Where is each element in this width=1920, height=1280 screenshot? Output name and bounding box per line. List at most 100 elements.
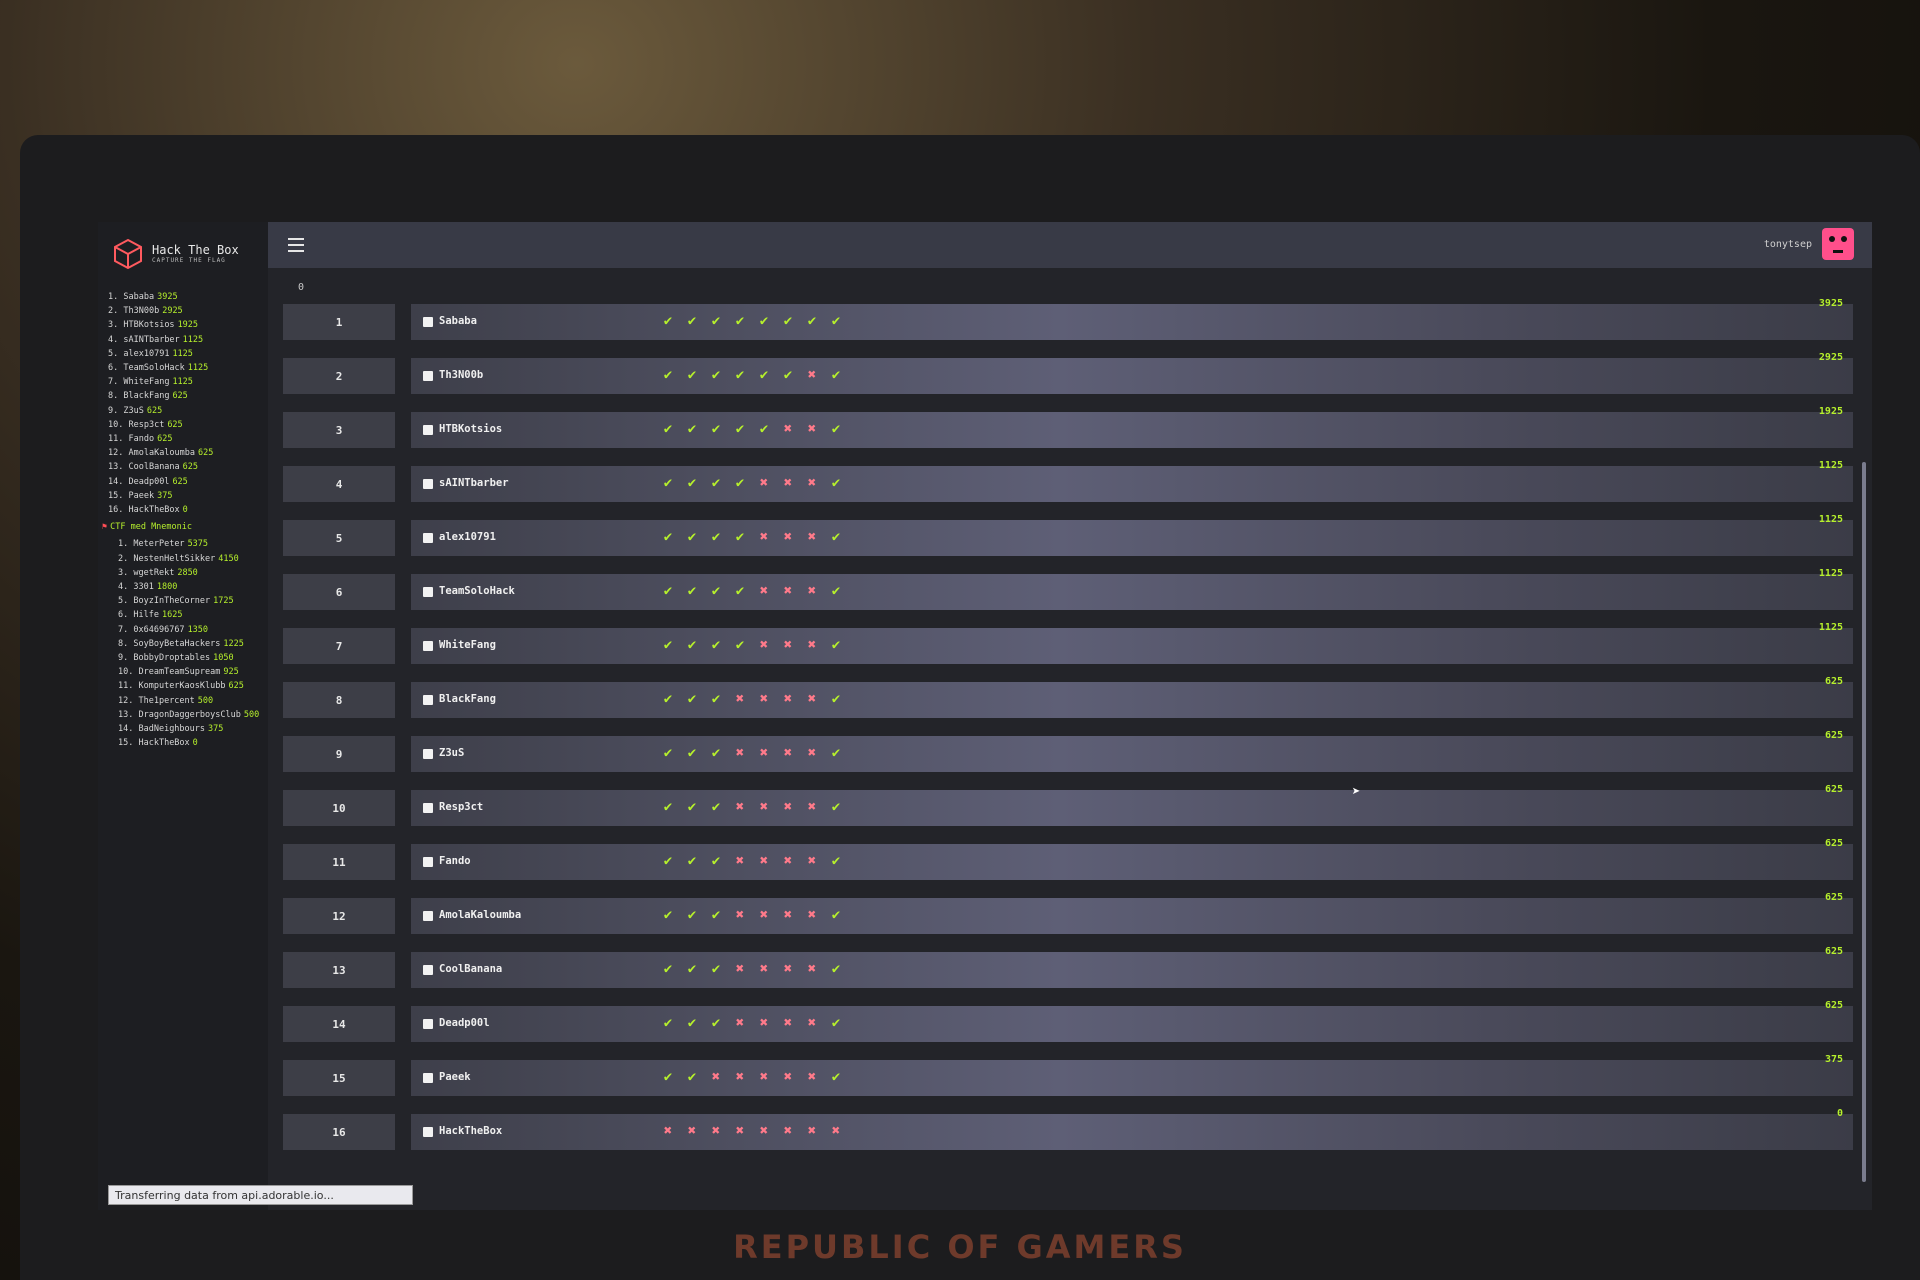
sidebar-leaderboard-item[interactable]: 8. BlackFang 625 — [108, 389, 266, 403]
team-bar[interactable]: Deadp00l ✔ ✔ ✔ ✖ ✖ ✖ ✖ ✔ 625 — [411, 1000, 1853, 1042]
rank-text: 5. — [118, 596, 129, 607]
team-name: TeamSoloHack — [439, 585, 515, 597]
team-name: DragonDaggerboysClub — [138, 709, 241, 720]
check-icon: ✔ — [663, 961, 673, 977]
checkbox[interactable] — [423, 1019, 433, 1029]
team-score: 1125 — [1818, 622, 1843, 633]
checkbox[interactable] — [423, 803, 433, 813]
ctf-leaderboard-item[interactable]: 12. The1percent 500 — [118, 694, 266, 708]
ctf-leaderboard-item[interactable]: 11. KomputerKaosKlubb 625 — [118, 679, 266, 693]
sidebar-leaderboard: 1. Sababa 3925 2. Th3N00b 2925 3. HTBKotsios… — [102, 290, 266, 751]
team-bar[interactable]: AmolaKaloumba ✔ ✔ ✔ ✖ ✖ ✖ ✖ ✔ 625 — [411, 892, 1853, 934]
ctf-leaderboard-item[interactable]: 4. 3301 1800 — [118, 580, 266, 594]
ctf-leaderboard-item[interactable]: 9. BobbyDroptables 1050 — [118, 651, 266, 665]
ctf-leaderboard-item[interactable]: 14. BadNeighbours 375 — [118, 722, 266, 736]
cross-icon: ✖ — [783, 1123, 793, 1139]
menu-icon[interactable] — [288, 238, 304, 252]
sidebar-leaderboard-item[interactable]: 7. WhiteFang 1125 — [108, 375, 266, 389]
ctf-leaderboard-item[interactable]: 2. NestenHeltSikker 4150 — [118, 552, 266, 566]
team-bar[interactable]: Z3uS ✔ ✔ ✔ ✖ ✖ ✖ ✖ ✔ 625 — [411, 730, 1853, 772]
sidebar-leaderboard-item[interactable]: 13. CoolBanana 625 — [108, 460, 266, 474]
sidebar-leaderboard-item[interactable]: 1. Sababa 3925 — [108, 290, 266, 304]
checkbox[interactable] — [423, 1127, 433, 1137]
checkbox[interactable] — [423, 371, 433, 381]
check-icon: ✔ — [687, 799, 697, 815]
checkbox[interactable] — [423, 1073, 433, 1083]
checkbox[interactable] — [423, 695, 433, 705]
ctf-leaderboard-item[interactable]: 10. DreamTeamSupream 925 — [118, 665, 266, 679]
checkbox[interactable] — [423, 911, 433, 921]
team-name: HackTheBox — [439, 1125, 503, 1137]
ctf-leaderboard-item[interactable]: 5. BoyzInTheCorner 1725 — [118, 594, 266, 608]
checkbox[interactable] — [423, 425, 433, 435]
ctf-section[interactable]: ⚑ CTF med Mnemonic — [102, 520, 266, 534]
sidebar-leaderboard-item[interactable]: 5. alex10791 1125 — [108, 347, 266, 361]
checkbox[interactable] — [423, 533, 433, 543]
sidebar-leaderboard-item[interactable]: 12. AmolaKaloumba 625 — [108, 446, 266, 460]
check-icon: ✔ — [687, 421, 697, 437]
checkbox[interactable] — [423, 749, 433, 759]
team-score: 1725 — [213, 596, 234, 607]
check-icon: ✔ — [663, 637, 673, 653]
sidebar-leaderboard-item[interactable]: 10. Resp3ct 625 — [108, 418, 266, 432]
scoreboard-row: 14 Deadp00l ✔ ✔ ✔ ✖ ✖ ✖ ✖ ✔ 625 — [283, 1000, 1853, 1042]
ctf-leaderboard-item[interactable]: 13. DragonDaggerboysClub 500 — [118, 708, 266, 722]
team-bar[interactable]: BlackFang ✔ ✔ ✔ ✖ ✖ ✖ ✖ ✔ 625 — [411, 676, 1853, 718]
team-bar[interactable]: HTBKotsios ✔ ✔ ✔ ✔ ✔ ✖ ✖ ✔ 1925 — [411, 406, 1853, 448]
team-bar[interactable]: Paeek ✔ ✔ ✖ ✖ ✖ ✖ ✖ ✔ 375 — [411, 1054, 1853, 1096]
team-score: 1800 — [156, 582, 178, 593]
team-bar[interactable]: sAINTbarber ✔ ✔ ✔ ✔ ✖ ✖ ✖ ✔ 1125 — [411, 460, 1853, 502]
sidebar-leaderboard-item[interactable]: 6. TeamSoloHack 1125 — [108, 361, 266, 375]
team-score: 1125 — [182, 334, 204, 345]
sidebar-leaderboard-item[interactable]: 4. sAINTbarber 1125 — [108, 333, 266, 347]
team-bar[interactable]: Sababa ✔ ✔ ✔ ✔ ✔ ✔ ✔ ✔ 3925 — [411, 298, 1853, 340]
team-name: Deadp00l — [439, 1017, 490, 1029]
team-name: DreamTeamSupream — [138, 667, 221, 678]
ctf-leaderboard-item[interactable]: 6. Hilfe 1625 — [118, 608, 266, 622]
challenge-marks: ✖ ✖ ✖ ✖ ✖ ✖ ✖ ✖ — [661, 1123, 843, 1139]
sidebar-leaderboard-item[interactable]: 11. Fando 625 — [108, 432, 266, 446]
rank-text: 16. — [108, 505, 124, 516]
ctf-leaderboard-item[interactable]: 3. wgetRekt 2850 — [118, 566, 266, 580]
team-name: BobbyDroptables — [133, 653, 211, 664]
rank-text: 13. — [118, 709, 134, 720]
team-name: Fando — [439, 855, 471, 867]
sidebar-leaderboard-item[interactable]: 2. Th3N00b 2925 — [108, 304, 266, 318]
checkbox[interactable] — [423, 965, 433, 975]
team-name: alex10791 — [123, 348, 170, 359]
checkbox[interactable] — [423, 479, 433, 489]
team-bar[interactable]: CoolBanana ✔ ✔ ✔ ✖ ✖ ✖ ✖ ✔ 625 — [411, 946, 1853, 988]
team-bar[interactable]: alex10791 ✔ ✔ ✔ ✔ ✖ ✖ ✖ ✔ 1125 — [411, 514, 1853, 556]
sidebar-leaderboard-item[interactable]: 3. HTBKotsios 1925 — [108, 318, 266, 332]
team-bar[interactable]: Fando ✔ ✔ ✔ ✖ ✖ ✖ ✖ ✔ 625 — [411, 838, 1853, 880]
sidebar-leaderboard-item[interactable]: 16. HackTheBox 0 — [108, 503, 266, 517]
checkbox[interactable] — [423, 587, 433, 597]
ctf-leaderboard-item[interactable]: 1. MeterPeter 5375 — [118, 537, 266, 551]
challenge-marks: ✔ ✔ ✔ ✖ ✖ ✖ ✖ ✔ — [661, 745, 843, 761]
ctf-leaderboard-item[interactable]: 15. HackTheBox 0 — [118, 736, 266, 750]
logo[interactable]: Hack The Box CAPTURE THE FLAG — [112, 238, 239, 270]
check-icon: ✔ — [759, 313, 769, 329]
sidebar-leaderboard-item[interactable]: 9. Z3uS 625 — [108, 404, 266, 418]
check-icon: ✔ — [687, 367, 697, 383]
team-bar[interactable]: Th3N00b ✔ ✔ ✔ ✔ ✔ ✔ ✖ ✔ 2925 — [411, 352, 1853, 394]
team-bar[interactable]: Resp3ct ✔ ✔ ✔ ✖ ✖ ✖ ✖ ✔ 625 — [411, 784, 1853, 826]
cross-icon: ✖ — [735, 907, 745, 923]
team-bar[interactable]: WhiteFang ✔ ✔ ✔ ✔ ✖ ✖ ✖ ✔ 1125 — [411, 622, 1853, 664]
check-icon: ✔ — [687, 1069, 697, 1085]
scrollbar[interactable] — [1862, 462, 1866, 1182]
team-bar[interactable]: TeamSoloHack ✔ ✔ ✔ ✔ ✖ ✖ ✖ ✔ 1125 — [411, 568, 1853, 610]
team-bar[interactable]: HackTheBox ✖ ✖ ✖ ✖ ✖ ✖ ✖ ✖ 0 — [411, 1108, 1853, 1150]
sidebar-leaderboard-item[interactable]: 14. Deadp00l 625 — [108, 475, 266, 489]
ctf-leaderboard-item[interactable]: 7. 0x64696767 1350 — [118, 623, 266, 637]
rank-badge: 1 — [283, 304, 395, 340]
user-menu[interactable]: tonytsep — [1764, 228, 1854, 260]
team-score: 1225 — [223, 638, 244, 649]
ctf-leaderboard-item[interactable]: 8. SoyBoyBetaHackers 1225 — [118, 637, 266, 651]
checkbox[interactable] — [423, 317, 433, 327]
check-icon: ✔ — [663, 421, 673, 437]
team-score: 500 — [243, 709, 260, 720]
checkbox[interactable] — [423, 857, 433, 867]
sidebar-leaderboard-item[interactable]: 15. Paeek 375 — [108, 489, 266, 503]
checkbox[interactable] — [423, 641, 433, 651]
